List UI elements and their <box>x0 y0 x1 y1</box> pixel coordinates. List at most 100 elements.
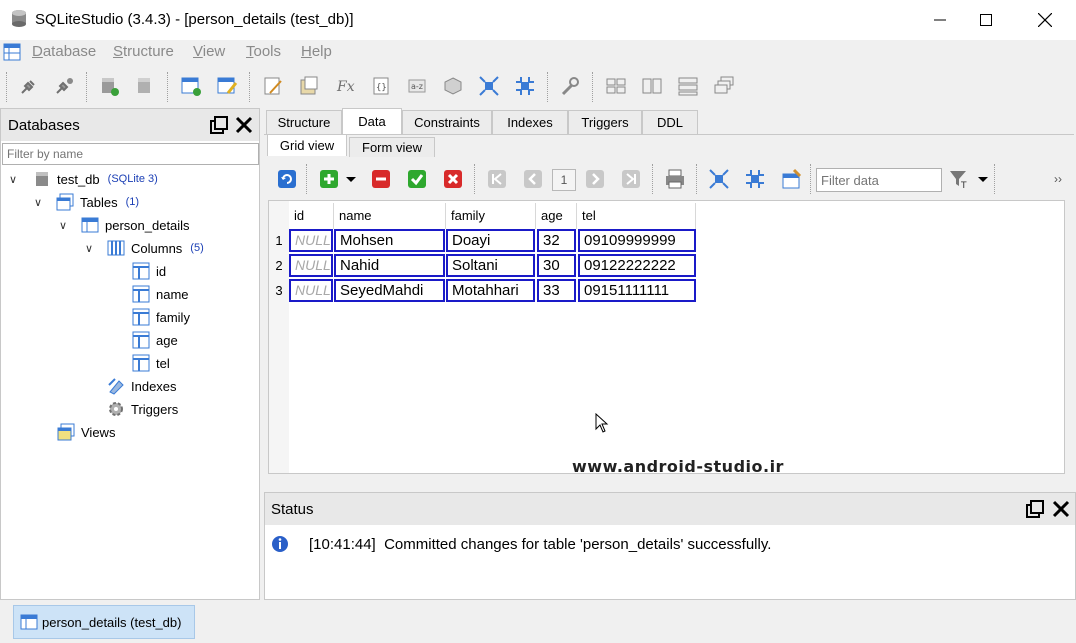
chevron-down-icon[interactable]: ∨ <box>59 219 71 232</box>
close-window-button[interactable] <box>1022 0 1068 40</box>
subtab-form-view[interactable]: Form view <box>349 137 435 157</box>
row-number[interactable]: 1 <box>269 229 289 252</box>
cascade-windows-button[interactable] <box>710 72 738 100</box>
menu-database[interactable]: Database <box>32 43 96 60</box>
filter-by-name-input[interactable] <box>2 143 259 165</box>
print-button[interactable] <box>664 168 686 190</box>
first-page-button[interactable] <box>486 168 508 190</box>
import-button[interactable] <box>511 72 539 100</box>
tree-item-database[interactable]: ∨ test_db (SQLite 3) <box>9 168 259 190</box>
commit-button[interactable] <box>406 168 428 190</box>
export-data-button[interactable] <box>708 168 730 190</box>
toolbar-overflow-button[interactable]: ›› <box>1054 172 1062 186</box>
functions-button[interactable]: Fx <box>331 72 359 100</box>
tab-constraints[interactable]: Constraints <box>402 110 492 134</box>
tab-indexes[interactable]: Indexes <box>492 110 568 134</box>
sql-editor-button[interactable] <box>259 72 287 100</box>
edit-table-button[interactable] <box>213 72 241 100</box>
tree-item-column-name[interactable]: name <box>9 283 259 305</box>
ddl-history-button[interactable] <box>295 72 323 100</box>
column-header-age[interactable]: age <box>536 203 577 229</box>
delete-row-button[interactable] <box>370 168 392 190</box>
next-page-button[interactable] <box>584 168 606 190</box>
tile-windows-button[interactable] <box>602 72 630 100</box>
plugins-button[interactable] <box>439 72 467 100</box>
tree-item-indexes[interactable]: Indexes <box>9 375 259 397</box>
tree-item-columns[interactable]: ∨ Columns (5) <box>9 237 259 259</box>
edit-database-button[interactable] <box>131 72 159 100</box>
minimize-button[interactable] <box>917 0 963 40</box>
filter-mode-dropdown[interactable] <box>976 168 990 190</box>
close-panel-icon[interactable] <box>1052 500 1070 518</box>
row-number[interactable]: 2 <box>269 254 289 277</box>
chevron-down-icon[interactable]: ∨ <box>9 173 21 186</box>
tree-item-views[interactable]: Views <box>9 421 259 443</box>
add-database-button[interactable] <box>95 72 123 100</box>
tab-structure[interactable]: Structure <box>266 110 342 134</box>
table-cell-age[interactable]: 32 <box>537 229 576 252</box>
table-cell-tel[interactable]: 09122222222 <box>578 254 696 277</box>
tree-item-column-family[interactable]: family <box>9 306 259 328</box>
filter-mode-button[interactable]: T <box>948 168 970 190</box>
table-cell-id[interactable]: NULL <box>289 229 333 252</box>
tile-horizontal-button[interactable] <box>638 72 666 100</box>
maximize-button[interactable] <box>963 0 1009 40</box>
chevron-down-icon[interactable]: ∨ <box>34 196 46 209</box>
insert-row-button[interactable] <box>318 168 340 190</box>
table-cell-family[interactable]: Doayi <box>446 229 535 252</box>
tree-item-triggers[interactable]: Triggers <box>9 398 259 420</box>
menu-view[interactable]: View <box>193 43 225 60</box>
extensions-button[interactable]: a-z <box>403 72 431 100</box>
disconnect-button[interactable] <box>50 72 78 100</box>
rollback-button[interactable] <box>442 168 464 190</box>
column-header-family[interactable]: family <box>446 203 536 229</box>
table-cell-tel[interactable]: 09109999999 <box>578 229 696 252</box>
menu-help[interactable]: Help <box>301 43 332 60</box>
table-cell-family[interactable]: Soltani <box>446 254 535 277</box>
refresh-button[interactable] <box>276 168 298 190</box>
previous-page-button[interactable] <box>522 168 544 190</box>
tile-vertical-button[interactable] <box>674 72 702 100</box>
table-cell-name[interactable]: Nahid <box>334 254 445 277</box>
column-icon <box>132 262 150 280</box>
export-button[interactable] <box>475 72 503 100</box>
open-window-tab[interactable]: person_details (test_db) <box>13 605 195 639</box>
tab-ddl[interactable]: DDL <box>642 110 698 134</box>
tree-item-column-tel[interactable]: tel <box>9 352 259 374</box>
tree-item-column-id[interactable]: id <box>9 260 259 282</box>
table-cell-age[interactable]: 33 <box>537 279 576 302</box>
table-cell-id[interactable]: NULL <box>289 279 333 302</box>
filter-data-input[interactable] <box>816 168 942 192</box>
menu-structure[interactable]: Structure <box>113 43 174 60</box>
table-cell-tel[interactable]: 09151111111 <box>578 279 696 302</box>
import-data-button[interactable] <box>744 168 766 190</box>
table-cell-family[interactable]: Motahhari <box>446 279 535 302</box>
float-panel-icon[interactable] <box>210 116 228 134</box>
chevron-down-icon[interactable]: ∨ <box>85 242 97 255</box>
configure-button[interactable] <box>556 72 584 100</box>
populate-button[interactable] <box>780 168 802 190</box>
connect-button[interactable] <box>15 72 43 100</box>
table-cell-name[interactable]: SeyedMahdi <box>334 279 445 302</box>
subtab-grid-view[interactable]: Grid view <box>267 134 347 156</box>
float-panel-icon[interactable] <box>1026 500 1044 518</box>
menu-tools[interactable]: Tools <box>246 43 281 60</box>
column-header-id[interactable]: id <box>289 203 334 229</box>
column-header-tel[interactable]: tel <box>577 203 696 229</box>
collations-button[interactable]: {} <box>367 72 395 100</box>
table-cell-name[interactable]: Mohsen <box>334 229 445 252</box>
tree-item-column-age[interactable]: age <box>9 329 259 351</box>
insert-row-dropdown[interactable] <box>344 168 358 190</box>
create-table-button[interactable] <box>177 72 205 100</box>
tab-triggers[interactable]: Triggers <box>568 110 642 134</box>
page-number-field[interactable]: 1 <box>552 169 576 191</box>
tree-item-tables[interactable]: ∨ Tables (1) <box>9 191 259 213</box>
table-cell-id[interactable]: NULL <box>289 254 333 277</box>
column-header-name[interactable]: name <box>334 203 446 229</box>
row-number[interactable]: 3 <box>269 279 289 302</box>
close-panel-icon[interactable] <box>235 116 253 134</box>
table-cell-age[interactable]: 30 <box>537 254 576 277</box>
last-page-button[interactable] <box>620 168 642 190</box>
tab-data[interactable]: Data <box>342 108 402 134</box>
tree-item-table-person-details[interactable]: ∨ person_details <box>9 214 259 236</box>
